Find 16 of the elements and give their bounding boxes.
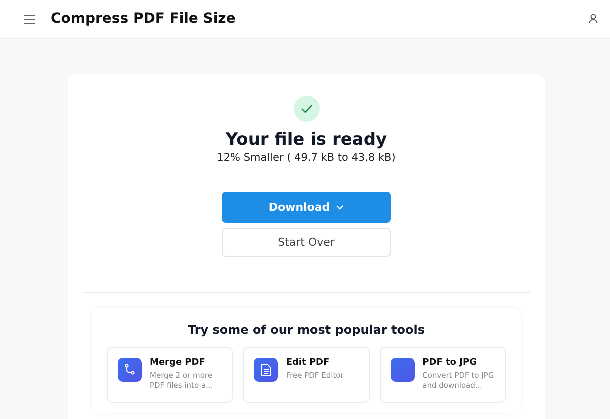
menu-icon[interactable] bbox=[24, 14, 35, 24]
merge-icon bbox=[118, 358, 142, 382]
result-title: Your file is ready bbox=[226, 130, 388, 150]
tile-icon bbox=[390, 358, 415, 382]
download-button[interactable]: Download bbox=[222, 192, 391, 223]
size-summary: 12% Smaller ( 49.7 kB to 43.8 kB) bbox=[217, 152, 396, 164]
check-icon bbox=[294, 96, 320, 122]
user-icon[interactable] bbox=[589, 14, 598, 24]
tool-name: PDF to JPG bbox=[422, 358, 478, 368]
caret-icon bbox=[336, 205, 344, 210]
tool-name: Edit PDF bbox=[286, 358, 331, 368]
tool-name: Merge PDF bbox=[150, 358, 206, 368]
tools-heading: Try some of our most popular tools bbox=[186, 323, 426, 337]
page-title: Compress PDF File Size bbox=[51, 11, 237, 27]
start-over-button[interactable]: Start Over bbox=[222, 228, 391, 257]
document-icon bbox=[254, 358, 278, 382]
